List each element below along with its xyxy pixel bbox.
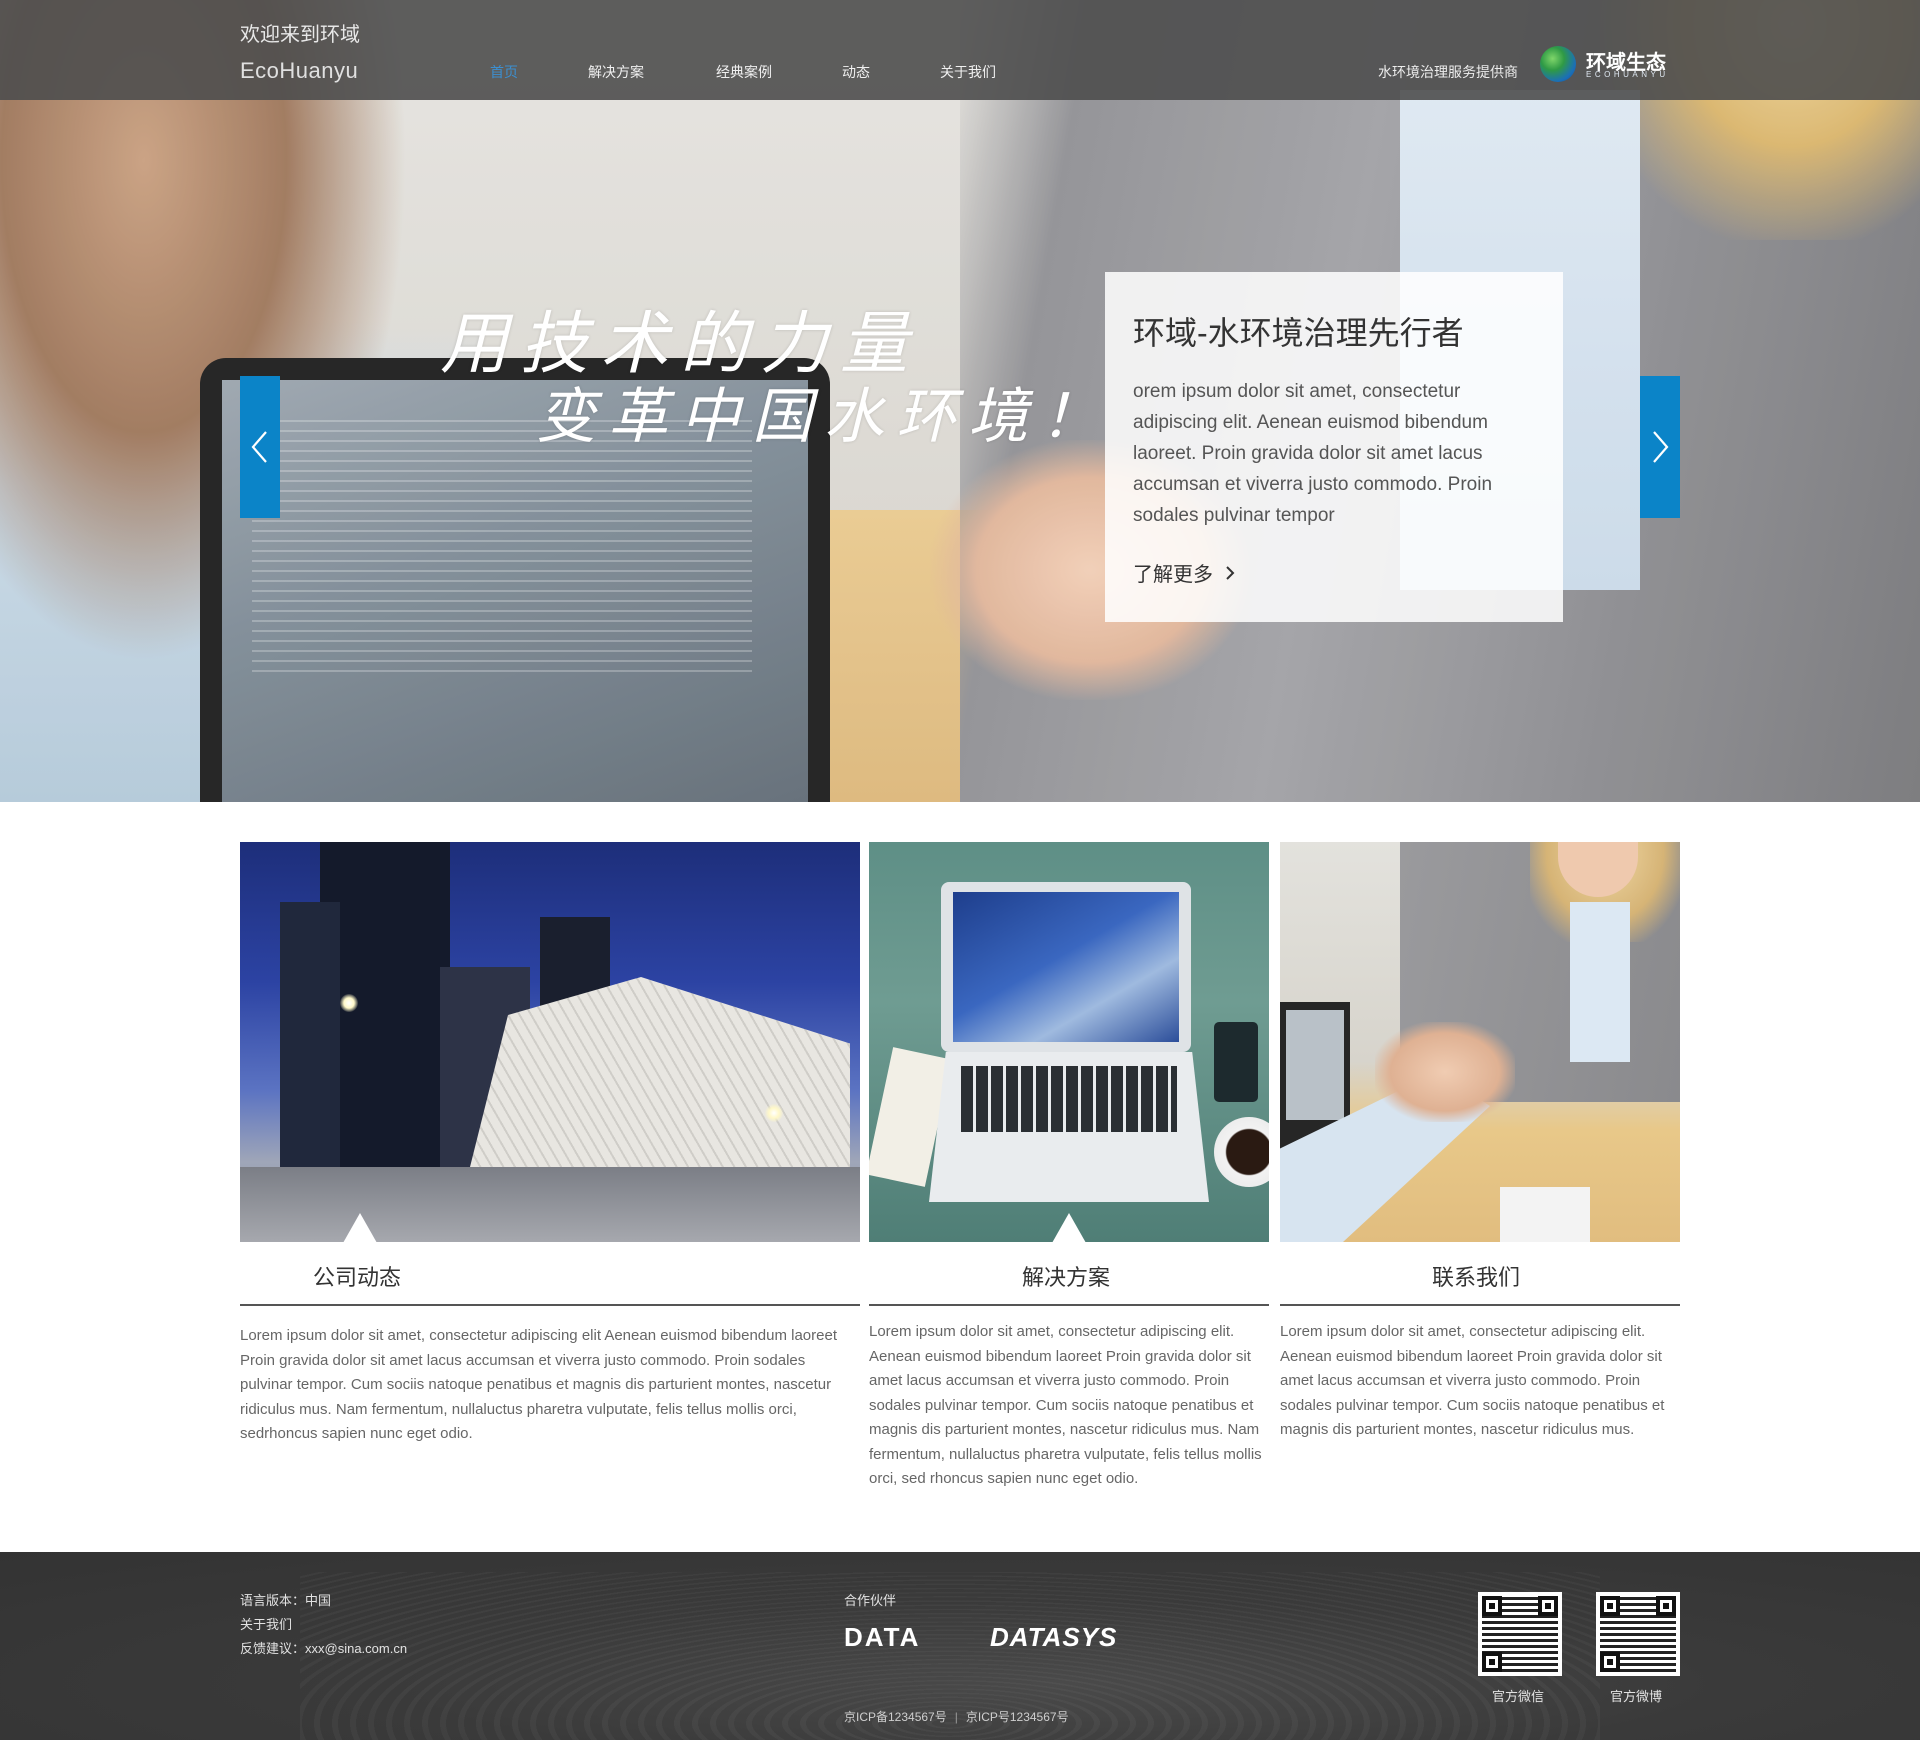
qr-corner [1538,1596,1558,1616]
building-shape [280,902,340,1167]
nav-item-news[interactable]: 动态 [842,62,870,82]
laptop-screen [1286,1010,1344,1120]
qr-code-icon [1478,1592,1562,1676]
hero-slogan-line2: 变革中国水环境！ [536,382,1112,452]
phone-shape [1214,1022,1258,1102]
nav-item-about[interactable]: 关于我们 [940,62,996,82]
icp-record-2: 京ICP号1234567号 [965,1710,1069,1724]
nav-item-cases[interactable]: 经典案例 [716,62,772,82]
chevron-right-icon [1653,431,1669,463]
laptop-keys [961,1066,1177,1132]
street-lamp [765,1104,783,1122]
brand-name-en: EcoHuanyu [240,58,359,83]
card-notch [343,1213,377,1243]
feature-image-city[interactable] [240,842,860,1242]
chevron-right-icon [1226,566,1235,580]
learn-more-label: 了解更多 [1133,564,1213,586]
street [240,1167,860,1242]
divider [869,1304,1269,1306]
partners-label: 合作伙伴 [844,1593,897,1608]
feedback-link[interactable]: 反馈建议：xxx@sina.com.cn [240,1638,407,1657]
feature-image-laptop[interactable] [869,842,1269,1242]
shirt-shape [1570,902,1630,1062]
feature-text: Lorem ipsum dolor sit amet, consectetur … [240,1327,837,1442]
qr-corner [1600,1652,1620,1672]
slider-prev-button[interactable] [240,376,280,518]
feature-title[interactable]: 公司动态 [313,1260,401,1292]
card-notch [1052,1213,1086,1243]
feature-text: Lorem ipsum dolor sit amet, consectetur … [1280,1323,1665,1438]
partner-logo-data[interactable]: DATA [844,1622,920,1653]
qr-corner [1482,1652,1502,1672]
divider [1280,1304,1680,1306]
company-logo[interactable]: 环域生态 ECOHUANYU [1540,44,1685,84]
hero-banner: 用技术的力量 变革中国水环境！ 环域-水环境治理先行者 orem ipsum d… [0,0,1920,802]
language-link[interactable]: 语言版本：中国 [240,1590,331,1609]
feature-title[interactable]: 解决方案 [1022,1260,1110,1292]
icp-separator: | [954,1710,958,1724]
street-lamp [340,994,358,1012]
hero-caption-card: 环域-水环境治理先行者 orem ipsum dolor sit amet, c… [1105,272,1563,622]
top-navbar: 欢迎来到环域 EcoHuanyu 首页 解决方案 经典案例 动态 关于我们 水环… [0,0,1920,100]
partner-logo-datasys[interactable]: DATASYS [990,1622,1117,1653]
icp-record-1: 京ICP备1234567号 [844,1710,947,1724]
qr-label-wechat: 官方微信 [1492,1689,1545,1704]
icp-record: 京ICP备1234567号 | 京ICP号1234567号 [844,1708,1069,1725]
laptop-screen [953,892,1179,1042]
paper-shape [1500,1187,1590,1242]
globe-icon [1540,46,1576,82]
learn-more-link[interactable]: 了解更多 [1133,558,1235,587]
hero-caption-title: 环域-水环境治理先行者 [1133,315,1464,351]
site-footer: 语言版本：中国 关于我们 反馈建议：xxx@sina.com.cn 合作伙伴 D… [0,1552,1920,1740]
header-tagline: 水环境治理服务提供商 [1378,64,1518,80]
nav-item-solutions[interactable]: 解决方案 [588,62,644,82]
hero-caption-body: orem ipsum dolor sit amet, consectetur a… [1133,381,1493,526]
handshake-shape [1375,1022,1515,1122]
qr-label-weibo: 官方微博 [1610,1689,1663,1704]
logo-subtitle: ECOHUANYU [1586,70,1669,79]
welcome-text: 欢迎来到环域 [240,24,360,46]
chevron-left-icon [251,431,267,463]
slider-next-button[interactable] [1640,376,1680,518]
qr-corner [1482,1596,1502,1616]
feature-text: Lorem ipsum dolor sit amet, consectetur … [869,1323,1262,1487]
feature-title[interactable]: 联系我们 [1432,1260,1520,1292]
qr-code-icon [1596,1592,1680,1676]
divider [240,1304,860,1306]
about-link[interactable]: 关于我们 [240,1614,292,1633]
feature-image-handshake[interactable] [1280,842,1680,1242]
qr-corner [1600,1596,1620,1616]
nav-item-home[interactable]: 首页 [490,62,518,82]
qr-corner [1656,1596,1676,1616]
coffee-cup [1214,1117,1269,1187]
